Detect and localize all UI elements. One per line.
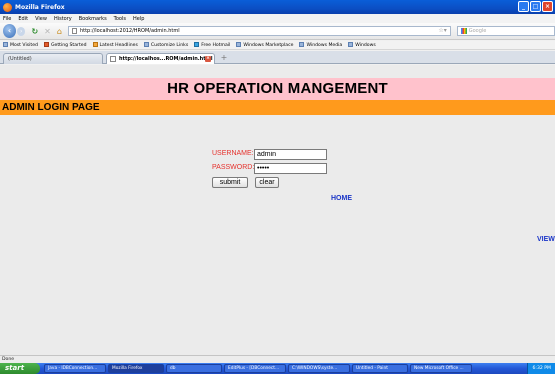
home-icon[interactable]: ⌂	[57, 27, 62, 36]
tab-label: http://localhos...ROM/admin.html	[119, 56, 213, 62]
username-input[interactable]	[254, 149, 327, 160]
start-button[interactable]: start	[0, 363, 40, 374]
stop-icon[interactable]: ✕	[44, 27, 51, 36]
bookmark-item[interactable]: Getting Started	[43, 42, 87, 48]
taskbar-item[interactable]: C:\WINDOWS\syste...	[288, 364, 350, 373]
taskbar-item[interactable]: db	[166, 364, 222, 373]
bookmark-icon	[3, 42, 8, 47]
close-icon[interactable]: ×	[542, 1, 553, 12]
search-bar[interactable]: Google	[456, 26, 555, 36]
home-link[interactable]: HOME	[331, 195, 352, 202]
bookmark-item[interactable]: Most Visited	[3, 42, 38, 48]
page-icon	[299, 42, 305, 47]
menu-history[interactable]: History	[54, 16, 72, 22]
window-title: Mozilla Firefox	[15, 3, 65, 11]
tab-untitled[interactable]: (Untitled)	[3, 53, 103, 64]
window-controls: _ □ ×	[518, 1, 553, 12]
status-bar: Done	[0, 355, 555, 363]
bookmark-item[interactable]: Customize Links	[143, 42, 188, 48]
view-link[interactable]: VIEW	[537, 236, 555, 243]
tab-close-icon[interactable]: ×	[205, 56, 211, 62]
bookmark-item[interactable]: Windows Media	[299, 42, 342, 48]
taskbar-item[interactable]: Mozilla Firefox	[108, 364, 164, 373]
bookmark-item[interactable]: Latest Headlines	[92, 42, 138, 48]
bookmark-star-icon[interactable]: ☆▾	[438, 27, 446, 35]
title-bar: Mozilla Firefox _ □ ×	[0, 0, 555, 14]
tab-label: (Untitled)	[8, 56, 32, 62]
status-text: Done	[2, 357, 15, 362]
menu-bookmarks[interactable]: Bookmarks	[79, 16, 107, 22]
tab-admin[interactable]: http://localhos...ROM/admin.html ×	[106, 53, 215, 64]
page-icon	[348, 42, 354, 47]
page-icon	[236, 42, 242, 47]
maximize-icon[interactable]: □	[530, 1, 541, 12]
clear-button[interactable]: clear	[255, 177, 279, 188]
page-icon	[143, 42, 149, 47]
menu-help[interactable]: Help	[133, 16, 144, 22]
taskbar-item[interactable]: EditPlus - [DBConnect...	[224, 364, 286, 373]
address-bar-url: http://localhost:2012/HROM/admin.html	[79, 28, 180, 34]
navigation-toolbar: ‹ › ↻ ✕ ⌂ http://localhost:2012/HROM/adm…	[0, 23, 555, 40]
page-icon	[110, 56, 116, 62]
page-content: HR OPERATION MANGEMENT ADMIN LOGIN PAGE …	[0, 65, 555, 355]
page-title: HR OPERATION MANGEMENT	[0, 78, 555, 100]
username-label: USERNAME:	[212, 150, 254, 157]
menu-bar: File Edit View History Bookmarks Tools H…	[0, 14, 555, 23]
password-input[interactable]	[254, 163, 327, 174]
menu-edit[interactable]: Edit	[18, 16, 28, 22]
firefox-bookmark-icon	[43, 42, 49, 47]
tab-strip: (Untitled) http://localhos...ROM/admin.h…	[0, 51, 555, 64]
bookmark-item[interactable]: Windows	[348, 42, 376, 48]
firefox-icon	[3, 2, 12, 12]
admin-login-heading: ADMIN LOGIN PAGE	[0, 100, 555, 115]
bookmarks-toolbar: Most Visited Getting Started Latest Head…	[0, 41, 555, 50]
taskbar-item[interactable]: New Microsoft Office ...	[410, 364, 472, 373]
browser-window: Mozilla Firefox _ □ × File Edit View His…	[0, 0, 555, 374]
password-label: PASSWORD:	[212, 164, 255, 171]
reload-icon[interactable]: ↻	[31, 27, 38, 36]
google-icon	[460, 28, 467, 34]
bookmark-item[interactable]: Windows Marketplace	[236, 42, 293, 48]
taskbar: start Java - IDBConnection... Mozilla Fi…	[0, 363, 555, 374]
new-tab-icon[interactable]: +	[218, 53, 230, 63]
msn-icon	[194, 42, 200, 47]
minimize-icon[interactable]: _	[518, 1, 529, 12]
taskbar-item[interactable]: Java - IDBConnection...	[44, 364, 106, 373]
address-bar[interactable]: http://localhost:2012/HROM/admin.html ☆▾	[67, 26, 451, 36]
taskbar-item[interactable]: Untitled - Paint	[352, 364, 408, 373]
menu-tools[interactable]: Tools	[114, 16, 126, 22]
menu-file[interactable]: File	[3, 16, 11, 22]
page-icon	[71, 28, 77, 34]
forward-arrow-icon[interactable]: ›	[17, 26, 26, 36]
bookmark-item[interactable]: Free Hotmail	[194, 42, 230, 48]
rss-icon	[92, 42, 98, 47]
system-tray-clock: 6:32 PM	[527, 363, 555, 374]
submit-button[interactable]: submit	[212, 177, 248, 188]
search-placeholder: Google	[468, 28, 487, 34]
menu-view[interactable]: View	[35, 16, 47, 22]
back-arrow-icon[interactable]: ‹	[3, 24, 17, 38]
